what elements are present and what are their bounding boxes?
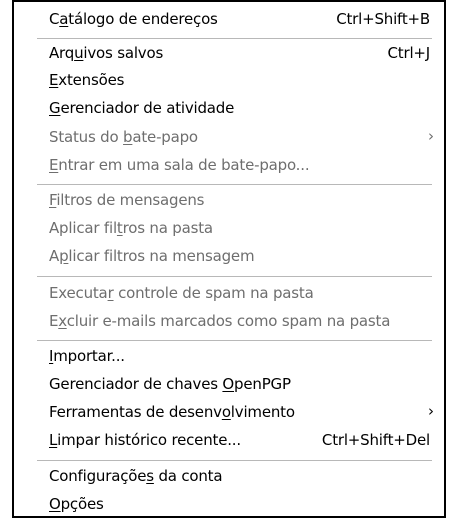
menu-separator — [37, 340, 432, 341]
menu-item-saved-files[interactable]: Arquivos salvos Ctrl+J — [14, 40, 444, 68]
menu-item-label: Catálogo de endereços — [49, 10, 218, 28]
menu-item-activity-manager[interactable]: Gerenciador de atividade — [14, 95, 444, 123]
menu-separator — [37, 276, 432, 277]
menu-item-delete-spam[interactable]: Excluir e-mails marcados como spam na pa… — [14, 308, 444, 336]
menu-item-label: Gerenciador de atividade — [49, 99, 235, 117]
menu-separator — [37, 184, 432, 185]
menu-item-label: Extensões — [49, 71, 125, 89]
menu-item-account-settings[interactable]: Configurações da conta — [14, 463, 444, 491]
menu-item-label: Excluir e-mails marcados como spam na pa… — [49, 312, 391, 330]
menu-item-openpgp-manager[interactable]: Gerenciador de chaves OpenPGP — [14, 371, 444, 399]
menu-item-label: Arquivos salvos — [49, 44, 164, 62]
menu-item-apply-filters-folder[interactable]: Aplicar filtros na pasta — [14, 215, 444, 243]
menu-item-label: Configurações da conta — [49, 467, 223, 485]
menu-item-options[interactable]: Opções — [14, 491, 444, 519]
menu-item-dev-tools[interactable]: Ferramentas de desenvolvimento › — [14, 399, 444, 427]
menu-separator — [37, 38, 432, 39]
menu-item-run-spam-controls[interactable]: Executar controle de spam na pasta — [14, 280, 444, 308]
menu-item-label: Entrar em uma sala de bate-papo... — [49, 156, 310, 174]
menu-item-label: Gerenciador de chaves OpenPGP — [49, 375, 291, 393]
menu-item-label: Opções — [49, 495, 104, 513]
tools-menu: Catálogo de endereços Ctrl+Shift+B Arqui… — [12, 0, 446, 518]
menu-item-address-book[interactable]: Catálogo de endereços Ctrl+Shift+B — [14, 6, 444, 34]
chevron-right-icon: › — [428, 127, 434, 145]
shortcut-label: Ctrl+J — [387, 44, 431, 62]
menu-item-join-chat[interactable]: Entrar em uma sala de bate-papo... — [14, 152, 444, 180]
menu-item-label: Ferramentas de desenvolvimento — [49, 403, 295, 421]
menu-item-import[interactable]: Importar... — [14, 343, 444, 371]
menu-item-extensions[interactable]: Extensões — [14, 67, 444, 95]
menu-item-label: Importar... — [49, 347, 125, 365]
menu-item-label: Executar controle de spam na pasta — [49, 284, 314, 302]
menu-item-clear-history[interactable]: Limpar histórico recente... Ctrl+Shift+D… — [14, 427, 444, 455]
menu-item-label: Aplicar filtros na mensagem — [49, 247, 255, 265]
menu-item-label: Status do bate-papo — [49, 128, 198, 146]
menu-separator — [37, 460, 432, 461]
menu-item-label: Aplicar filtros na pasta — [49, 219, 213, 237]
menu-item-chat-status[interactable]: Status do bate-papo › — [14, 124, 444, 152]
chevron-right-icon: › — [428, 402, 434, 420]
menu-item-apply-filters-message[interactable]: Aplicar filtros na mensagem — [14, 243, 444, 271]
shortcut-label: Ctrl+Shift+B — [336, 10, 430, 28]
menu-item-message-filters[interactable]: Filtros de mensagens — [14, 187, 444, 215]
shortcut-label: Ctrl+Shift+Del — [321, 431, 430, 449]
menu-item-label: Limpar histórico recente... — [49, 431, 241, 449]
menu-item-label: Filtros de mensagens — [49, 191, 205, 209]
